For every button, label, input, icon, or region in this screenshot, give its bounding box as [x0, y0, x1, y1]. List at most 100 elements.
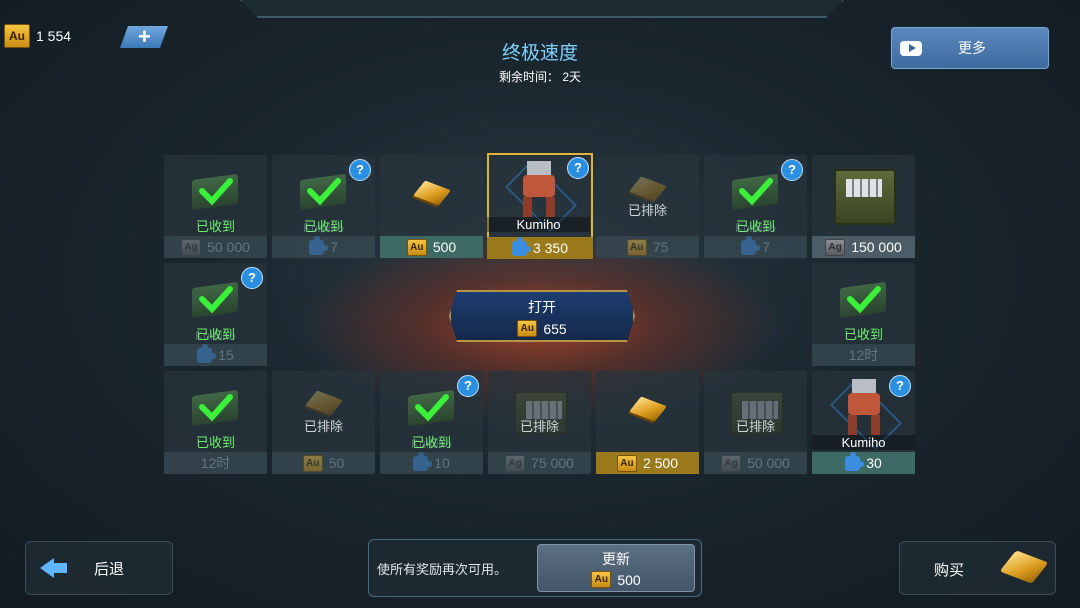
- reward-footer: 30: [812, 451, 915, 474]
- buy-button-label: 购买: [934, 562, 965, 579]
- reward-cell[interactable]: 已收到 12时: [164, 371, 267, 474]
- puzzle-piece-icon: [413, 451, 433, 471]
- status-label: 已排除: [627, 203, 667, 218]
- reward-footer: 15: [164, 343, 267, 366]
- reward-amount: 75: [652, 239, 669, 255]
- open-cost: Au 655: [451, 320, 633, 337]
- robot-icon: [517, 157, 561, 219]
- reward-footer: 12时: [812, 344, 915, 366]
- reward-amount: 50: [328, 455, 345, 471]
- more-button[interactable]: 更多: [891, 27, 1049, 69]
- renew-cost-amount: 500: [617, 571, 641, 588]
- puzzle-piece-icon: [309, 235, 329, 255]
- reward-amount: 7: [330, 239, 338, 255]
- reward-footer: 7: [272, 235, 375, 258]
- help-icon[interactable]: ?: [457, 375, 479, 397]
- status-label: 已排除: [735, 419, 775, 434]
- reward-cell[interactable]: Au 500: [380, 155, 483, 258]
- reward-amount: 7: [762, 239, 770, 255]
- reward-cell-selected[interactable]: Kumiho ? 3 350: [487, 153, 593, 259]
- reward-amount: 15: [218, 347, 234, 363]
- open-button[interactable]: 打开 Au 655: [449, 290, 635, 342]
- check-icon: [198, 173, 234, 209]
- reward-cell[interactable]: 已排除 Au 50: [272, 371, 375, 474]
- check-icon: [414, 389, 450, 425]
- gold-currency-icon: Au: [406, 238, 427, 256]
- silver-currency-icon: Ag: [505, 454, 526, 472]
- reward-footer: 10: [380, 451, 483, 474]
- reward-cell[interactable]: Kumiho ? 30: [812, 371, 915, 474]
- reward-cell[interactable]: Kumiho 已收到 ? 10: [380, 371, 483, 474]
- reward-cell[interactable]: 已排除 Ag 75 000: [488, 371, 591, 474]
- reward-amount: 50 000: [747, 455, 790, 471]
- reward-footer: 12时: [164, 452, 267, 474]
- more-button-label: 更多: [958, 40, 986, 56]
- reward-footer: Ag 50 000: [704, 452, 807, 474]
- reward-amount: 500: [432, 239, 457, 255]
- puzzle-piece-icon: [741, 235, 761, 255]
- silver-currency-icon: Ag: [825, 238, 846, 256]
- silver-currency-icon: Ag: [181, 238, 202, 256]
- reward-footer: Au 75: [596, 236, 699, 258]
- status-label: 已收到: [195, 435, 235, 450]
- robot-name: Kumiho: [812, 435, 915, 450]
- status-label: 已排除: [303, 419, 343, 434]
- back-button-label: 后退: [93, 560, 124, 578]
- reward-footer: Ag 150 000: [812, 236, 915, 258]
- open-button-label: 打开: [528, 299, 556, 315]
- reward-cell[interactable]: Kumiho 已收到 ? 15: [164, 263, 267, 366]
- status-label: 已收到: [735, 219, 775, 234]
- reward-cell[interactable]: Kumiho 已收到 ? 7: [704, 155, 807, 258]
- reward-cell[interactable]: 已排除 Ag 50 000: [704, 371, 807, 474]
- renew-cost: Au 500: [538, 571, 694, 588]
- reward-footer: 3 350: [487, 236, 593, 259]
- status-label: 已收到: [303, 219, 343, 234]
- reward-amount: 3 350: [532, 240, 569, 256]
- reward-cell[interactable]: Ag 150 000: [812, 155, 915, 258]
- renew-panel: 使所有奖励再次可用。 更新 Au 500: [368, 539, 702, 597]
- help-icon[interactable]: ?: [889, 375, 911, 397]
- gold-currency-icon: Au: [302, 454, 323, 472]
- reward-amount: 30: [866, 455, 882, 471]
- reward-amount: 12时: [848, 347, 879, 363]
- status-label: 已排除: [519, 419, 559, 434]
- gold-bar-icon: [305, 390, 343, 416]
- reward-cell[interactable]: 已收到 Ag 50 000: [164, 155, 267, 258]
- gold-bar-icon: [413, 180, 451, 206]
- puzzle-piece-icon: [197, 343, 217, 363]
- gold-currency-icon: Au: [616, 454, 637, 472]
- reward-amount: 2 500: [642, 455, 679, 471]
- help-icon[interactable]: ?: [781, 159, 803, 181]
- back-button[interactable]: 后退: [25, 541, 173, 595]
- open-cost-amount: 655: [543, 320, 567, 337]
- reward-footer: Ag 75 000: [488, 452, 591, 474]
- reward-cell[interactable]: Kumiho 已收到 ? 7: [272, 155, 375, 258]
- help-icon[interactable]: ?: [567, 157, 589, 179]
- help-icon[interactable]: ?: [349, 159, 371, 181]
- robot-icon: [842, 375, 886, 437]
- reward-amount: 75 000: [531, 455, 574, 471]
- time-remaining: 剩余时间： 2天: [0, 68, 1080, 85]
- gold-bar-icon: [629, 396, 667, 422]
- help-icon[interactable]: ?: [241, 267, 263, 289]
- silver-crate-icon: [834, 169, 896, 225]
- reward-cell[interactable]: 已收到 12时: [812, 263, 915, 366]
- reward-footer: Au 500: [380, 236, 483, 258]
- check-icon: [306, 173, 342, 209]
- gold-bar-icon: [999, 550, 1049, 584]
- youtube-icon: [900, 40, 922, 56]
- gold-currency-icon: Au: [626, 238, 647, 256]
- buy-button[interactable]: 购买: [899, 541, 1056, 595]
- renew-button[interactable]: 更新 Au 500: [537, 544, 695, 592]
- reward-cell[interactable]: 已排除 Au 75: [596, 155, 699, 258]
- check-icon: [846, 281, 882, 317]
- reward-amount: 50 000: [207, 239, 250, 255]
- reward-amount: 10: [434, 455, 450, 471]
- gold-currency-icon: Au: [517, 320, 537, 337]
- reward-footer: Au 50: [272, 452, 375, 474]
- status-label: 已收到: [843, 327, 883, 342]
- reward-cell[interactable]: Au 2 500: [596, 371, 699, 474]
- arrow-left-icon: [40, 555, 67, 581]
- gold-bar-icon: [629, 176, 667, 202]
- gold-currency-icon: Au: [591, 571, 612, 588]
